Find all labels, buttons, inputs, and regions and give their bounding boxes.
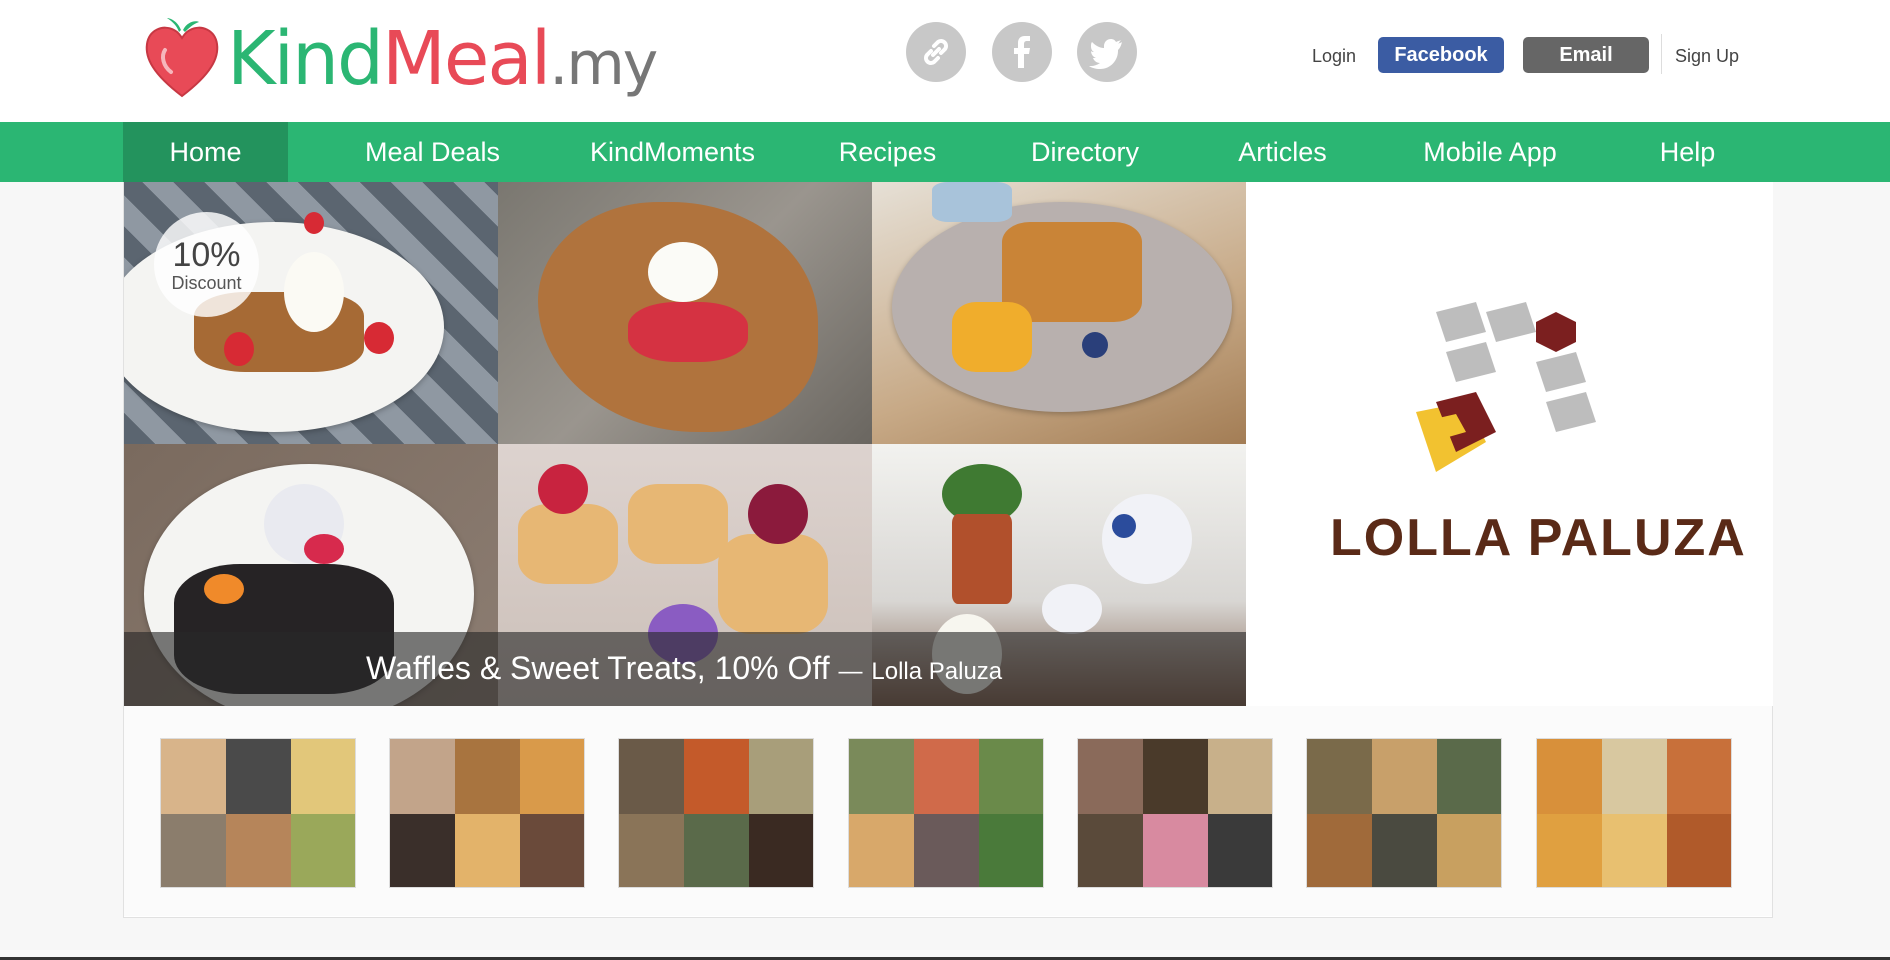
merchant-logo-text: LOLLA PALUZA	[1330, 509, 1747, 567]
site-header: KindMeal.my Login Facebook Email Sign Up	[0, 0, 1890, 122]
nav-kindmoments[interactable]: KindMoments	[575, 122, 770, 182]
deal-thumbnail[interactable]	[848, 738, 1044, 888]
facebook-icon	[1014, 36, 1030, 68]
twitter-icon	[1089, 39, 1122, 69]
email-login-button[interactable]: Email	[1523, 37, 1649, 73]
facebook-share-button[interactable]	[992, 22, 1052, 82]
signup-link[interactable]: Sign Up	[1675, 46, 1739, 67]
nav-home[interactable]: Home	[123, 122, 288, 182]
nav-meal-deals[interactable]: Meal Deals	[340, 122, 525, 182]
heart-logo-icon	[145, 18, 219, 98]
caption-separator: —	[838, 658, 863, 685]
discount-badge: 10% Discount	[154, 212, 259, 317]
main-nav: Home Meal Deals KindMoments Recipes Dire…	[0, 122, 1890, 182]
twitter-share-button[interactable]	[1077, 22, 1137, 82]
nav-help[interactable]: Help	[1640, 122, 1735, 182]
deal-thumbnail[interactable]	[1306, 738, 1502, 888]
deal-merchant: Lolla Paluza	[871, 658, 1003, 685]
nav-articles[interactable]: Articles	[1215, 122, 1350, 182]
deal-title: Waffles & Sweet Treats, 10% Off	[366, 650, 830, 686]
deal-thumbnail[interactable]	[1536, 738, 1732, 888]
merchant-logo-panel[interactable]: LOLLA PALUZA	[1246, 182, 1773, 706]
logo-kind-text: Kind	[227, 16, 384, 102]
deal-thumbnail[interactable]	[618, 738, 814, 888]
nav-mobile-app[interactable]: Mobile App	[1400, 122, 1580, 182]
deal-thumbnail[interactable]	[160, 738, 356, 888]
nav-directory[interactable]: Directory	[1010, 122, 1160, 182]
link-share-button[interactable]	[906, 22, 966, 82]
deal-hero-image[interactable]	[124, 182, 1246, 706]
link-icon	[924, 39, 948, 65]
logo-meal-text: Meal	[381, 16, 551, 102]
login-link[interactable]: Login	[1312, 46, 1356, 67]
deal-caption-bar[interactable]: Waffles & Sweet Treats, 10% Off — Lolla …	[124, 632, 1246, 706]
food-photo	[498, 182, 872, 444]
discount-label: Discount	[171, 272, 242, 293]
deal-thumbnail[interactable]	[389, 738, 585, 888]
nav-recipes[interactable]: Recipes	[820, 122, 955, 182]
logo-domain-text: .my	[549, 29, 658, 99]
lolla-paluza-logo-icon	[1416, 302, 1596, 472]
discount-value: 10%	[172, 235, 241, 274]
kindmeal-logo[interactable]: KindMeal.my	[143, 8, 673, 118]
deal-thumbnail[interactable]	[1077, 738, 1273, 888]
facebook-login-button[interactable]: Facebook	[1378, 37, 1504, 73]
header-divider	[1661, 34, 1662, 74]
food-photo	[872, 182, 1246, 444]
